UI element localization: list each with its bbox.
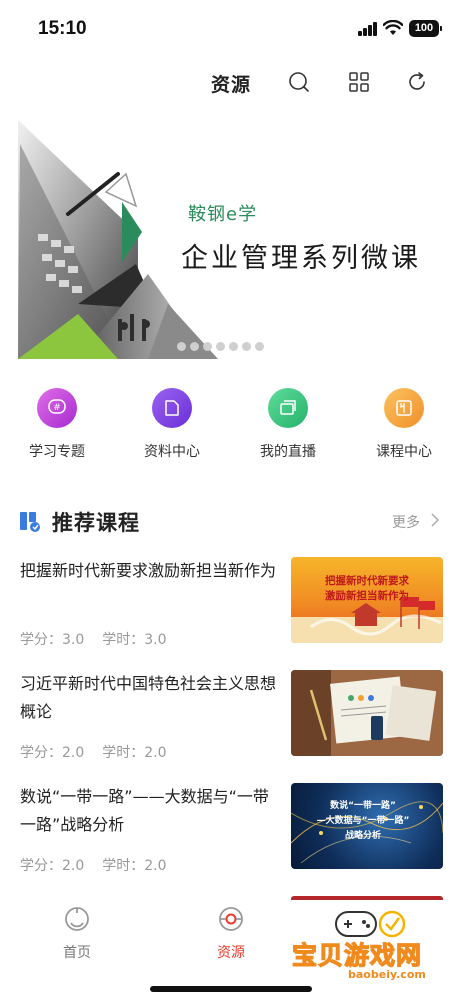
quick-entries: # 学习专题 资料中心 我的直播 课程中心 — [0, 388, 462, 468]
course-meta: 学分：2.0 学时：2.0 — [20, 855, 185, 875]
course-credit: 学分：2.0 — [20, 858, 85, 874]
thumbnail-graphic — [291, 670, 443, 756]
recommended-courses-header: 推荐课程 更多 — [0, 503, 462, 539]
carousel-dot[interactable] — [216, 342, 225, 351]
course-thumbnail: 把握新时代新要求 激励新担当新作为 — [291, 557, 443, 643]
tab-label: 资源 — [217, 945, 245, 961]
course-credit: 学分：3.0 — [20, 632, 85, 648]
search-icon[interactable] — [287, 70, 311, 94]
carousel-dot[interactable] — [255, 342, 264, 351]
section-title: 推荐课程 — [52, 511, 140, 535]
top-nav: 资源 — [0, 56, 462, 108]
carousel-dots — [177, 336, 268, 351]
wifi-icon — [383, 20, 403, 35]
thumbnail-caption-line3: 战略分析 — [345, 829, 381, 841]
home-icon — [65, 907, 89, 931]
thumbnail-caption-line2: —大数据与“一带一路” — [317, 814, 410, 826]
course-item[interactable]: 把握新时代新要求激励新担当新作为 学分：3.0 学时：3.0 把握新时代新要求 激… — [0, 557, 462, 649]
course-thumbnail: 数说“一带一路” —大数据与“一带一路” 战略分析 — [291, 783, 443, 869]
course-title: 习近平新时代中国特色社会主义思想概论 — [20, 674, 277, 721]
course-title: 数说“一带一路”——大数据与“一带一路”战略分析 — [20, 787, 269, 834]
course-title: 把握新时代新要求激励新担当新作为 — [20, 561, 277, 580]
banner-carousel[interactable]: 鞍钢e学 企业管理系列微课 — [18, 114, 444, 362]
quick-entry-label: 学习专题 — [29, 444, 85, 460]
grid-icon[interactable] — [347, 70, 371, 94]
course-meta: 学分：2.0 学时：2.0 — [20, 742, 185, 762]
signal-icon — [358, 22, 378, 36]
resources-icon — [219, 907, 243, 931]
course-hours: 学时：3.0 — [102, 632, 167, 648]
thumbnail-caption-line1: 数说“一带一路” — [330, 799, 396, 811]
quick-entry-label: 资料中心 — [144, 444, 200, 460]
carousel-dot[interactable] — [190, 342, 199, 351]
course-hours: 学时：2.0 — [102, 858, 167, 874]
course-thumbnail — [291, 670, 443, 756]
status-bar: 15:10 100 — [0, 0, 462, 56]
course-credit: 学分：2.0 — [20, 745, 85, 761]
quick-entry-label: 我的直播 — [260, 444, 316, 460]
recommend-icon — [20, 512, 40, 532]
course-hours: 学时：2.0 — [102, 745, 167, 761]
home-indicator — [150, 986, 312, 992]
quick-entry-materials[interactable]: 资料中心 — [122, 388, 222, 461]
page-title: 资源 — [211, 74, 252, 96]
battery-icon: 100 — [409, 20, 442, 37]
thumbnail-graphic: 把握新时代新要求 激励新担当新作为 — [291, 574, 443, 643]
banner-title: 企业管理系列微课 — [181, 243, 421, 274]
quick-entry-courses[interactable]: 课程中心 — [354, 388, 454, 461]
banner-subtitle: 鞍钢e学 — [188, 204, 258, 225]
live-icon — [268, 388, 308, 428]
quick-entry-topics[interactable]: # 学习专题 — [7, 388, 107, 461]
watermark-url: baobeiy.com — [348, 968, 426, 981]
refresh-icon[interactable] — [405, 70, 429, 94]
tab-resources[interactable]: 资源 — [191, 906, 271, 962]
more-link[interactable]: 更多 — [392, 512, 420, 532]
status-time: 15:10 — [38, 18, 87, 39]
tab-label: 首页 — [63, 945, 91, 961]
hash-chat-icon: # — [37, 388, 77, 428]
watermark-text: 宝贝游戏网 — [291, 940, 423, 970]
thumbnail-caption-line2: 激励新担当新作为 — [325, 589, 409, 602]
quick-entry-live[interactable]: 我的直播 — [238, 388, 338, 461]
thumbnail-graphic: 数说“一带一路” —大数据与“一带一路” 战略分析 — [291, 799, 443, 864]
course-item[interactable]: 数说“一带一路”——大数据与“一带一路”战略分析 学分：2.0 学时：2.0 数说… — [0, 783, 462, 875]
course-meta: 学分：3.0 学时：3.0 — [20, 629, 185, 649]
carousel-dot[interactable] — [177, 342, 186, 351]
svg-text:#: # — [53, 403, 61, 413]
quick-entry-label: 课程中心 — [376, 444, 432, 460]
carousel-dot[interactable] — [242, 342, 251, 351]
thumbnail-caption-line1: 把握新时代新要求 — [325, 574, 409, 587]
chevron-right-icon[interactable] — [430, 513, 439, 527]
book-icon — [384, 388, 424, 428]
course-item[interactable]: 习近平新时代中国特色社会主义思想概论 学分：2.0 学时：2.0 — [0, 670, 462, 762]
folder-icon — [152, 388, 192, 428]
tab-home[interactable]: 首页 — [37, 906, 117, 962]
watermark-logo: 宝贝游戏网 baobeiy.com — [278, 906, 458, 986]
carousel-dot[interactable] — [203, 342, 212, 351]
carousel-dot[interactable] — [229, 342, 238, 351]
